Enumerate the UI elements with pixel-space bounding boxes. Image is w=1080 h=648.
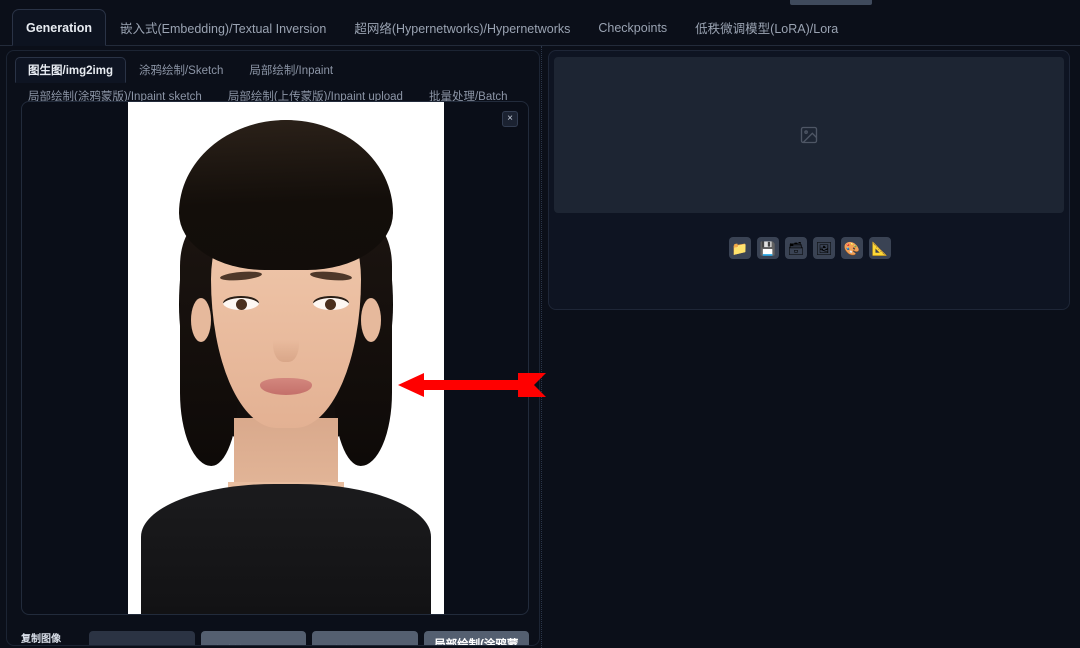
copy-to-inpaint-sketch-button[interactable]: 局部绘制(涂鸦蒙版)/inpaint sketch xyxy=(423,631,529,645)
tab-label: Generation xyxy=(26,20,92,35)
tab-checkpoints[interactable]: Checkpoints xyxy=(584,9,681,46)
ear-left xyxy=(191,298,211,342)
nose-shape xyxy=(273,318,299,362)
floppy-disk-save-icon[interactable]: 💾 xyxy=(757,237,779,259)
tab-generation[interactable]: Generation xyxy=(12,9,106,46)
torso-shape xyxy=(141,484,431,614)
window-edge-artifact xyxy=(790,0,872,5)
copy-image-to-row: 复制图像到:/Copy image to: 图生图/img2img 涂鸦绘制/s… xyxy=(21,625,529,645)
card-file-box-icon[interactable]: 🗃 xyxy=(785,237,807,259)
subtab-label: 局部绘制/Inpaint xyxy=(249,65,334,77)
tab-hypernetworks[interactable]: 超网络(Hypernetworks)/Hypernetworks xyxy=(340,9,584,46)
tab-textual-inversion[interactable]: 嵌入式(Embedding)/Textual Inversion xyxy=(106,9,340,46)
image-canvas[interactable]: × xyxy=(21,101,529,615)
column-divider xyxy=(541,46,542,648)
gallery-toolbar: 📁 💾 🗃 🖼 🎨 📐 xyxy=(549,223,1071,273)
pupil-left xyxy=(236,299,247,310)
ear-right xyxy=(361,298,381,342)
copy-to-img2img-button[interactable]: 图生图/img2img xyxy=(89,631,195,645)
uploaded-portrait-image xyxy=(128,102,444,614)
tab-lora[interactable]: 低秩微调模型(LoRA)/Lora xyxy=(681,9,852,46)
triangular-ruler-icon[interactable]: 📐 xyxy=(869,237,891,259)
hair-front xyxy=(179,120,393,270)
result-gallery[interactable] xyxy=(554,57,1064,213)
output-panel: 📁 💾 🗃 🖼 🎨 📐 xyxy=(548,50,1070,310)
subtab-label: 涂鸦绘制/Sketch xyxy=(138,65,224,77)
img2img-panel: 图生图/img2img 涂鸦绘制/Sketch 局部绘制/Inpaint 局部绘… xyxy=(6,50,540,646)
close-icon[interactable]: × xyxy=(502,111,518,127)
tab-label: 嵌入式(Embedding)/Textual Inversion xyxy=(120,22,327,36)
subtab-sketch[interactable]: 涂鸦绘制/Sketch xyxy=(126,57,236,83)
artist-palette-icon[interactable]: 🎨 xyxy=(841,237,863,259)
red-arrow-annotation xyxy=(398,373,546,397)
copy-to-sketch-button[interactable]: 涂鸦绘制/sketch xyxy=(200,631,306,645)
framed-picture-icon[interactable]: 🖼 xyxy=(813,237,835,259)
subtab-inpaint[interactable]: 局部绘制/Inpaint xyxy=(236,57,346,83)
subtab-label: 图生图/img2img xyxy=(28,65,113,77)
main-tab-bar: Generation 嵌入式(Embedding)/Textual Invers… xyxy=(0,8,1080,46)
content-area: 图生图/img2img 涂鸦绘制/Sketch 局部绘制/Inpaint 局部绘… xyxy=(0,46,1080,648)
copy-to-inpaint-button[interactable]: 局部绘制/inpaint xyxy=(312,631,418,645)
tab-label: Checkpoints xyxy=(598,20,668,35)
image-placeholder-icon xyxy=(800,126,818,144)
pupil-right xyxy=(325,299,336,310)
subtab-img2img[interactable]: 图生图/img2img xyxy=(15,57,126,83)
folder-icon[interactable]: 📁 xyxy=(729,237,751,259)
tab-label: 低秩微调模型(LoRA)/Lora xyxy=(695,22,839,36)
tab-label: 超网络(Hypernetworks)/Hypernetworks xyxy=(354,22,571,36)
copy-image-label: 复制图像到:/Copy image to: xyxy=(21,633,61,645)
